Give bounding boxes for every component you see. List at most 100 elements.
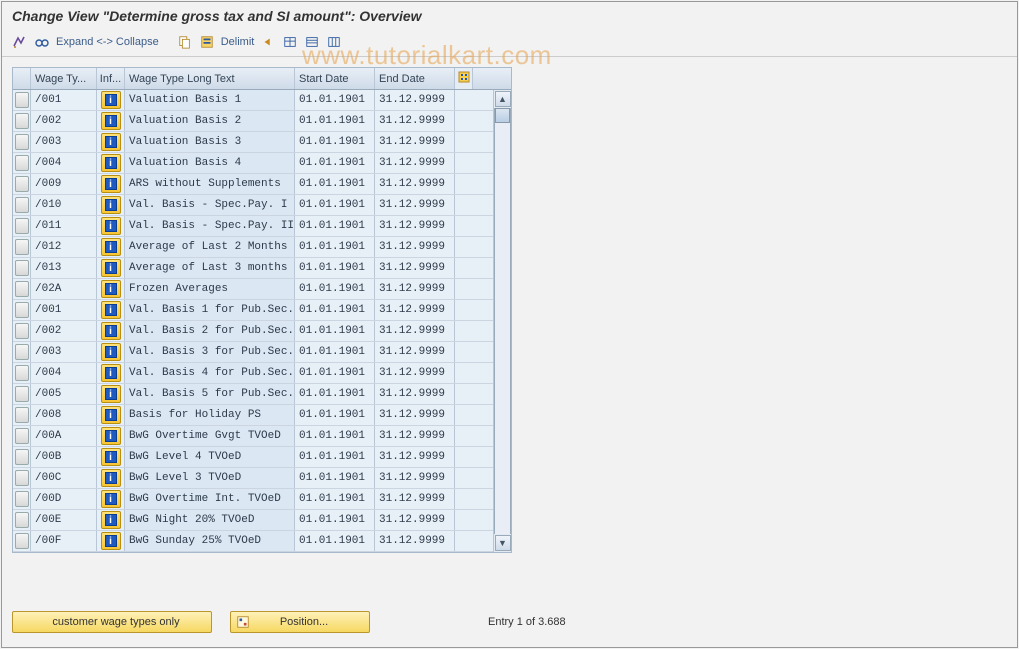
info-button[interactable]: i: [101, 469, 121, 487]
cell-start-date[interactable]: 01.01.1901: [295, 468, 375, 488]
cell-end-date[interactable]: 31.12.9999: [375, 489, 455, 509]
cell-wage-type[interactable]: /004: [31, 153, 97, 173]
row-selector[interactable]: [13, 279, 31, 299]
cell-end-date[interactable]: 31.12.9999: [375, 405, 455, 425]
cell-end-date[interactable]: 31.12.9999: [375, 363, 455, 383]
scroll-thumb[interactable]: [495, 108, 510, 123]
row-selector[interactable]: [13, 468, 31, 488]
cell-wage-type[interactable]: /001: [31, 300, 97, 320]
cell-long-text[interactable]: Frozen Averages: [125, 279, 295, 299]
cell-end-date[interactable]: 31.12.9999: [375, 195, 455, 215]
table-icon-1[interactable]: [282, 34, 298, 50]
cell-wage-type[interactable]: /00C: [31, 468, 97, 488]
row-selector[interactable]: [13, 132, 31, 152]
info-button[interactable]: i: [101, 364, 121, 382]
undo-icon[interactable]: [260, 34, 276, 50]
cell-long-text[interactable]: BwG Overtime Int. TVOeD: [125, 489, 295, 509]
row-select-button[interactable]: [15, 323, 29, 339]
row-select-button[interactable]: [15, 155, 29, 171]
cell-end-date[interactable]: 31.12.9999: [375, 279, 455, 299]
col-header-end-date[interactable]: End Date: [375, 68, 455, 89]
row-selector[interactable]: [13, 510, 31, 530]
cell-long-text[interactable]: ARS without Supplements: [125, 174, 295, 194]
row-selector[interactable]: [13, 321, 31, 341]
row-select-button[interactable]: [15, 344, 29, 360]
row-select-button[interactable]: [15, 281, 29, 297]
info-button[interactable]: i: [101, 112, 121, 130]
cell-long-text[interactable]: BwG Overtime Gvgt TVOeD: [125, 426, 295, 446]
cell-wage-type[interactable]: /00D: [31, 489, 97, 509]
cell-wage-type[interactable]: /02A: [31, 279, 97, 299]
cell-start-date[interactable]: 01.01.1901: [295, 510, 375, 530]
cell-start-date[interactable]: 01.01.1901: [295, 279, 375, 299]
cell-end-date[interactable]: 31.12.9999: [375, 468, 455, 488]
cell-end-date[interactable]: 31.12.9999: [375, 216, 455, 236]
row-selector[interactable]: [13, 216, 31, 236]
cell-wage-type[interactable]: /005: [31, 384, 97, 404]
cell-end-date[interactable]: 31.12.9999: [375, 342, 455, 362]
row-selector[interactable]: [13, 195, 31, 215]
cell-long-text[interactable]: Valuation Basis 4: [125, 153, 295, 173]
info-button[interactable]: i: [101, 175, 121, 193]
cell-start-date[interactable]: 01.01.1901: [295, 321, 375, 341]
cell-long-text[interactable]: Average of Last 2 Months: [125, 237, 295, 257]
row-select-button[interactable]: [15, 407, 29, 423]
info-button[interactable]: i: [101, 238, 121, 256]
cell-end-date[interactable]: 31.12.9999: [375, 153, 455, 173]
cell-end-date[interactable]: 31.12.9999: [375, 237, 455, 257]
cell-wage-type[interactable]: /00A: [31, 426, 97, 446]
scroll-up-icon[interactable]: ▲: [495, 91, 511, 107]
cell-long-text[interactable]: Val. Basis 2 for Pub.Sec.: [125, 321, 295, 341]
cell-start-date[interactable]: 01.01.1901: [295, 174, 375, 194]
cell-start-date[interactable]: 01.01.1901: [295, 447, 375, 467]
info-button[interactable]: i: [101, 259, 121, 277]
cell-wage-type[interactable]: /013: [31, 258, 97, 278]
row-selector[interactable]: [13, 258, 31, 278]
cell-end-date[interactable]: 31.12.9999: [375, 426, 455, 446]
cell-end-date[interactable]: 31.12.9999: [375, 174, 455, 194]
vertical-scrollbar[interactable]: ▲ ▼: [493, 90, 511, 552]
row-selector[interactable]: [13, 363, 31, 383]
cell-wage-type[interactable]: /00B: [31, 447, 97, 467]
info-button[interactable]: i: [101, 511, 121, 529]
row-selector[interactable]: [13, 489, 31, 509]
row-selector[interactable]: [13, 153, 31, 173]
info-button[interactable]: i: [101, 406, 121, 424]
cell-long-text[interactable]: Val. Basis - Spec.Pay. II: [125, 216, 295, 236]
cell-start-date[interactable]: 01.01.1901: [295, 384, 375, 404]
cell-start-date[interactable]: 01.01.1901: [295, 237, 375, 257]
position-button[interactable]: Position...: [230, 611, 370, 633]
col-header-wage-type[interactable]: Wage Ty...: [31, 68, 97, 89]
row-select-button[interactable]: [15, 449, 29, 465]
row-select-button[interactable]: [15, 239, 29, 255]
info-button[interactable]: i: [101, 280, 121, 298]
info-button[interactable]: i: [101, 91, 121, 109]
row-select-button[interactable]: [15, 428, 29, 444]
row-select-button[interactable]: [15, 176, 29, 192]
cell-long-text[interactable]: Average of Last 3 months: [125, 258, 295, 278]
row-selector[interactable]: [13, 111, 31, 131]
cell-end-date[interactable]: 31.12.9999: [375, 510, 455, 530]
info-button[interactable]: i: [101, 196, 121, 214]
cell-start-date[interactable]: 01.01.1901: [295, 132, 375, 152]
cell-start-date[interactable]: 01.01.1901: [295, 258, 375, 278]
row-selector[interactable]: [13, 174, 31, 194]
scroll-track[interactable]: [494, 108, 511, 534]
cell-start-date[interactable]: 01.01.1901: [295, 531, 375, 551]
cell-long-text[interactable]: BwG Night 20% TVOeD: [125, 510, 295, 530]
info-button[interactable]: i: [101, 154, 121, 172]
row-select-button[interactable]: [15, 365, 29, 381]
row-select-button[interactable]: [15, 218, 29, 234]
cell-wage-type[interactable]: /00F: [31, 531, 97, 551]
col-header-select[interactable]: [13, 68, 31, 89]
info-button[interactable]: i: [101, 532, 121, 550]
row-selector[interactable]: [13, 405, 31, 425]
cell-start-date[interactable]: 01.01.1901: [295, 426, 375, 446]
row-select-button[interactable]: [15, 302, 29, 318]
cell-long-text[interactable]: Valuation Basis 2: [125, 111, 295, 131]
cell-end-date[interactable]: 31.12.9999: [375, 447, 455, 467]
select-all-icon[interactable]: [199, 34, 215, 50]
row-selector[interactable]: [13, 426, 31, 446]
cell-long-text[interactable]: Basis for Holiday PS: [125, 405, 295, 425]
info-button[interactable]: i: [101, 133, 121, 151]
